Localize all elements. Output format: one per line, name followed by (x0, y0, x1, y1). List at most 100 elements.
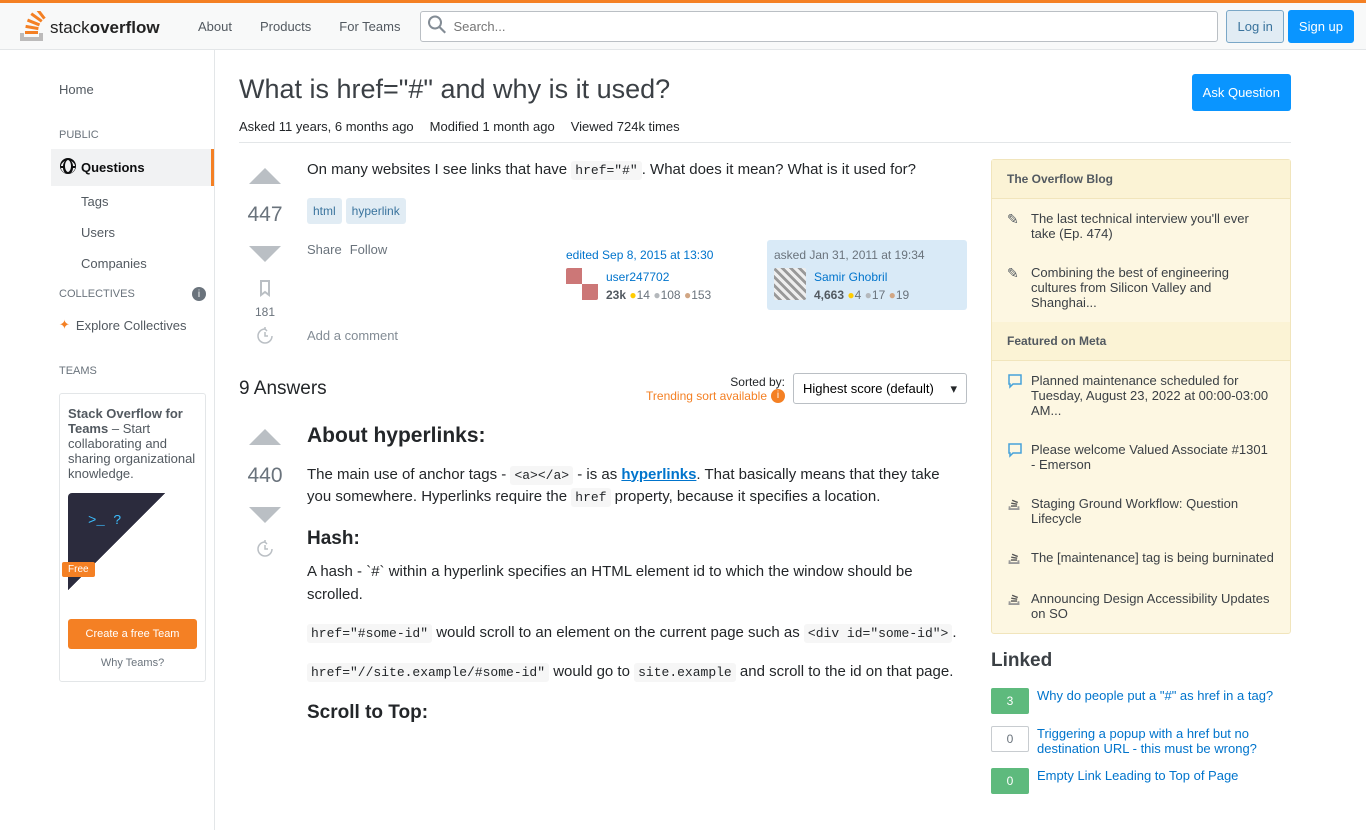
left-sidebar: Home PUBLIC Questions Tags Users Compani… (51, 50, 215, 830)
header: stackoverflow About Products For Teams L… (0, 3, 1366, 50)
search-icon (428, 16, 446, 37)
why-teams-link[interactable]: Why Teams? (68, 657, 197, 669)
login-button[interactable]: Log in (1226, 10, 1283, 43)
right-sidebar: The Overflow Blog ✎ The last technical i… (991, 159, 1291, 806)
free-badge: Free (62, 562, 95, 577)
question-meta: Asked 11 years, 6 months ago Modified 1 … (239, 119, 1291, 143)
blog-item[interactable]: ✎ The last technical interview you'll ev… (992, 199, 1290, 253)
nav-teams-heading: TEAMS (51, 357, 214, 385)
share-link[interactable]: Share (307, 240, 342, 310)
nav-collectives-heading: COLLECTIVES i (51, 279, 214, 309)
follow-link[interactable]: Follow (350, 240, 388, 310)
hash-heading: Hash: (307, 525, 967, 554)
meta-item[interactable]: Please welcome Valued Associate #1301 - … (992, 430, 1290, 484)
vote-count: 447 (247, 203, 282, 227)
linked-link[interactable]: Why do people put a "#" as href in a tag… (1037, 688, 1273, 703)
sort-select[interactable]: Highest score (default) (793, 373, 967, 404)
asked-value: 11 years, 6 months ago (279, 119, 414, 134)
downvote-icon[interactable] (247, 496, 283, 532)
activity-icon[interactable] (256, 327, 274, 345)
question-body: On many websites I see links that have h… (307, 159, 967, 349)
nav-questions[interactable]: Questions (51, 149, 214, 186)
search-input[interactable] (420, 11, 1218, 42)
blog-header: The Overflow Blog (992, 160, 1290, 199)
editor-name[interactable]: user247702 (606, 268, 711, 286)
header-buttons: Log in Sign up (1226, 10, 1354, 43)
tag-html[interactable]: html (307, 198, 342, 224)
ask-question-button[interactable]: Ask Question (1192, 74, 1291, 111)
signup-button[interactable]: Sign up (1288, 10, 1354, 43)
add-comment-link[interactable]: Add a comment (307, 322, 967, 350)
nav-public-heading: PUBLIC (51, 121, 214, 149)
linked-link[interactable]: Empty Link Leading to Top of Page (1037, 768, 1238, 783)
meta-item[interactable]: Announcing Design Accessibility Updates … (992, 579, 1290, 633)
post-actions: Share Follow edited Sep 8, 2015 at 13:30 (307, 240, 967, 310)
stack-icon (1007, 550, 1023, 567)
viewed-value: 724k times (617, 119, 680, 134)
question-title: What is href="#" and why is it used? (239, 74, 1192, 105)
pencil-icon: ✎ (1007, 211, 1023, 228)
meta-header: Featured on Meta (992, 322, 1290, 361)
star-icon: ✦ (59, 317, 70, 333)
tag-hyperlink[interactable]: hyperlink (346, 198, 406, 224)
nav-home[interactable]: Home (51, 74, 214, 105)
bookmark-icon[interactable] (256, 279, 274, 297)
asked-time: asked Jan 31, 2011 at 19:34 (774, 246, 960, 264)
scroll-top-heading: Scroll to Top: (307, 699, 967, 728)
inline-code: href="#" (571, 161, 641, 180)
linked-score: 0 (991, 726, 1029, 752)
meta-item[interactable]: The [maintenance] tag is being burninate… (992, 538, 1290, 579)
speech-icon (1007, 442, 1023, 461)
asker-name[interactable]: Samir Ghobril (814, 268, 909, 286)
asker-card: asked Jan 31, 2011 at 19:34 Samir Ghobri… (767, 240, 967, 310)
linked-link[interactable]: Triggering a popup with a href but no de… (1037, 726, 1291, 756)
main-layout: 447 181 On many websites I see links tha… (239, 159, 1291, 806)
trending-sort-link[interactable]: Trending sort available i (646, 389, 785, 403)
nav-products[interactable]: Products (248, 13, 323, 40)
asker-avatar[interactable] (774, 268, 806, 300)
asker-rep: 4,663 ●4 ●17 ●19 (814, 286, 909, 304)
vote-cell: 440 (239, 420, 291, 736)
stack-icon (1007, 591, 1023, 608)
sorted-by-label: Sorted by: (646, 375, 785, 389)
explore-label: Explore Collectives (76, 318, 187, 333)
question-post: 447 181 On many websites I see links tha… (239, 159, 967, 349)
upvote-icon[interactable] (247, 420, 283, 456)
nav-for-teams[interactable]: For Teams (327, 13, 412, 40)
upvote-icon[interactable] (247, 159, 283, 195)
teams-promo: Stack Overflow for Teams – Start collabo… (59, 393, 206, 682)
modified-value: 1 month ago (482, 119, 554, 134)
downvote-icon[interactable] (247, 235, 283, 271)
teams-promo-image: Free (68, 493, 197, 607)
logo[interactable]: stackoverflow (12, 3, 178, 49)
user-cards: edited Sep 8, 2015 at 13:30 user247702 2… (559, 240, 967, 310)
answers-count: 9 Answers (239, 378, 327, 400)
editor-avatar[interactable] (566, 268, 598, 300)
globe-icon (59, 157, 77, 178)
content: What is href="#" and why is it used? Ask… (215, 50, 1315, 830)
meta-item[interactable]: Staging Ground Workflow: Question Lifecy… (992, 484, 1290, 538)
editor-rep: 23k ●14 ●108 ●153 (606, 286, 711, 304)
header-nav: About Products For Teams (186, 13, 412, 40)
stackoverflow-logo-icon: stackoverflow (20, 11, 170, 41)
bookmark-count: 181 (255, 305, 275, 319)
activity-icon[interactable] (256, 540, 274, 558)
answers-header: 9 Answers Sorted by: Trending sort avail… (239, 373, 967, 404)
nav-tags[interactable]: Tags (51, 186, 214, 217)
nav-questions-label: Questions (81, 160, 145, 175)
nav-explore-collectives[interactable]: ✦ Explore Collectives (51, 309, 214, 341)
nav-companies[interactable]: Companies (51, 248, 214, 279)
answer-body: About hyperlinks: The main use of anchor… (307, 420, 967, 736)
nav-about[interactable]: About (186, 13, 244, 40)
edited-time[interactable]: edited Sep 8, 2015 at 13:30 (566, 246, 752, 264)
stack-icon (1007, 496, 1023, 513)
meta-item[interactable]: Planned maintenance scheduled for Tuesda… (992, 361, 1290, 430)
tags: html hyperlink (307, 198, 967, 224)
blog-item[interactable]: ✎ Combining the best of engineering cult… (992, 253, 1290, 322)
pencil-icon: ✎ (1007, 265, 1023, 282)
info-icon[interactable]: i (192, 287, 206, 301)
nav-users[interactable]: Users (51, 217, 214, 248)
hyperlinks-link[interactable]: hyperlinks (621, 466, 696, 483)
svg-text:stackoverflow: stackoverflow (50, 18, 160, 37)
create-team-button[interactable]: Create a free Team (68, 619, 197, 649)
